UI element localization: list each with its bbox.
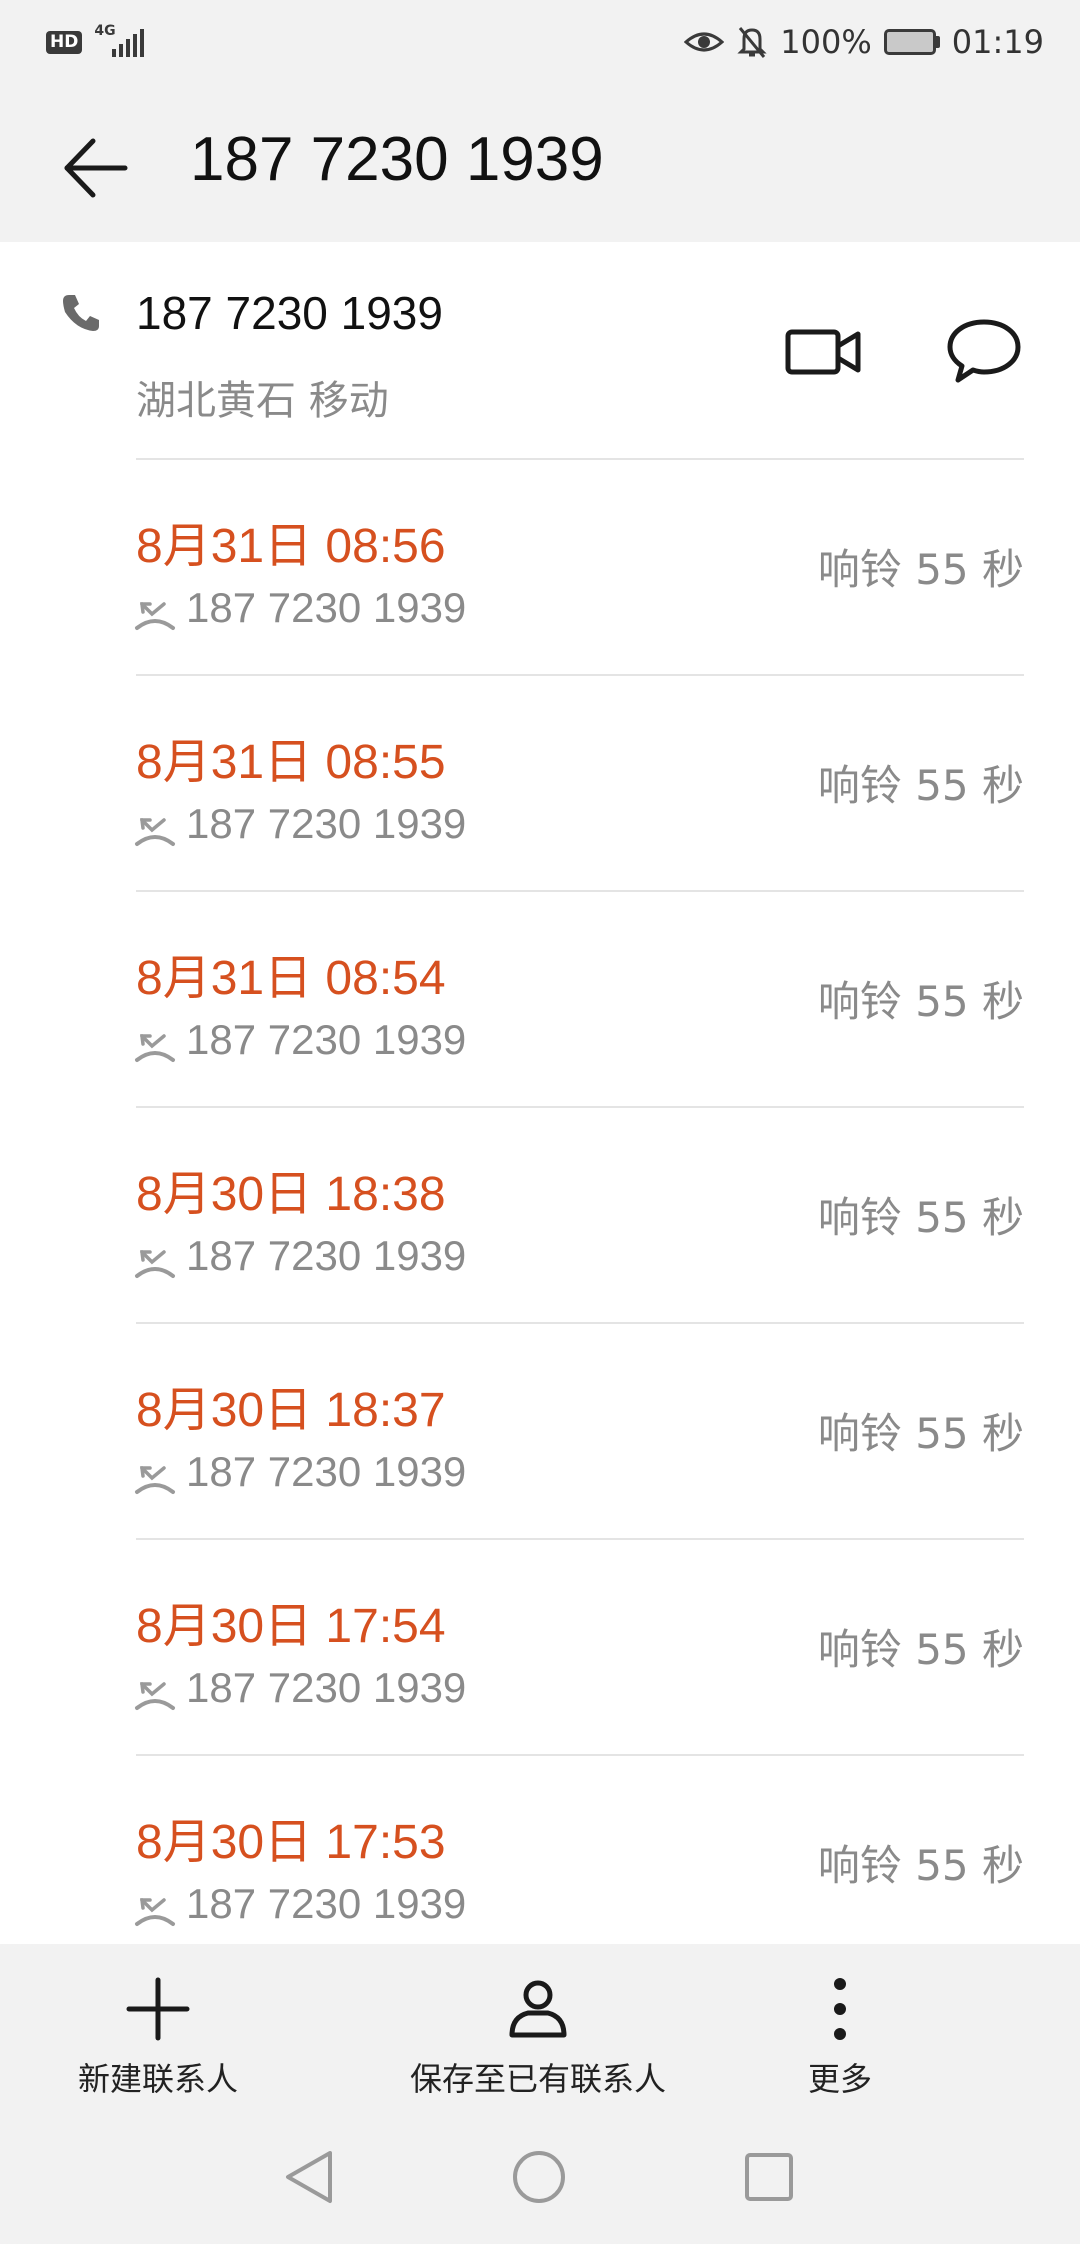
cellular-signal-icon: 4G	[94, 23, 154, 59]
call-number: 187 7230 1939	[186, 1664, 467, 1711]
call-log-row[interactable]: 8月31日 08:55 187 7230 1939 响铃 55 秒	[0, 676, 1080, 892]
new-contact-label: 新建联系人	[77, 2060, 239, 2098]
battery-percent: 100%	[780, 23, 872, 61]
call-log-row[interactable]: 8月30日 18:37 187 7230 1939 响铃 55 秒	[0, 1324, 1080, 1540]
triangle-back-icon	[286, 2151, 332, 2203]
ring-duration: 响铃 55 秒	[817, 1625, 1024, 1674]
square-recents-icon	[745, 2153, 793, 2201]
call-number: 187 7230 1939	[186, 1016, 467, 1063]
missed-call-icon	[135, 1466, 175, 1494]
call-time: 8月30日 17:54	[136, 1600, 446, 1653]
ring-duration: 响铃 55 秒	[817, 1409, 1024, 1458]
page-title: 187 7230 1939	[190, 125, 604, 194]
nav-recents-button[interactable]	[734, 2142, 804, 2212]
message-button[interactable]	[946, 316, 1022, 386]
status-bar: HD 4G 100% 01:19	[0, 0, 1080, 84]
missed-call-icon	[135, 1682, 175, 1710]
call-time: 8月30日 18:37	[136, 1384, 446, 1437]
bottom-toolbar: 新建联系人 保存至已有联系人 更多	[0, 1944, 1080, 2104]
call-number: 187 7230 1939	[186, 800, 467, 847]
contact-location: 湖北黄石 移动	[136, 378, 389, 424]
missed-call-icon	[135, 1250, 175, 1278]
plus-icon	[126, 1977, 190, 2041]
call-log-row[interactable]: 8月30日 18:38 187 7230 1939 响铃 55 秒	[0, 1108, 1080, 1324]
phone-icon	[63, 295, 99, 331]
call-time: 8月30日 18:38	[136, 1168, 446, 1221]
call-number: 187 7230 1939	[186, 1880, 467, 1927]
call-number: 187 7230 1939	[186, 584, 467, 631]
nav-home-button[interactable]	[504, 2142, 574, 2212]
chat-bubble-icon	[947, 319, 1021, 383]
battery-icon	[883, 29, 940, 55]
missed-call-icon	[135, 1898, 175, 1926]
circle-home-icon	[513, 2151, 565, 2203]
hd-voice-icon: HD	[46, 30, 83, 54]
more-vertical-icon	[833, 1978, 846, 2040]
video-call-button[interactable]	[784, 322, 864, 382]
call-log-row[interactable]: 8月31日 08:54 187 7230 1939 响铃 55 秒	[0, 892, 1080, 1108]
eye-comfort-icon	[684, 32, 725, 52]
contact-number: 187 7230 1939	[136, 287, 443, 339]
nav-back-button[interactable]	[274, 2142, 344, 2212]
call-details: 187 7230 1939 湖北黄石 移动 8月31日 08:56 187 72…	[0, 242, 1080, 1944]
new-contact-button[interactable]: 新建联系人	[78, 1974, 238, 2100]
system-nav-bar	[0, 2104, 1080, 2244]
save-to-existing-contact-button[interactable]: 保存至已有联系人	[410, 1974, 666, 2100]
ring-duration: 响铃 55 秒	[817, 1841, 1024, 1890]
call-time: 8月31日 08:55	[136, 736, 446, 789]
call-log-row[interactable]: 8月30日 17:53 187 7230 1939 响铃 55 秒	[0, 1756, 1080, 1944]
video-camera-icon	[785, 329, 861, 375]
ring-duration: 响铃 55 秒	[817, 761, 1024, 810]
ring-duration: 响铃 55 秒	[817, 977, 1024, 1026]
clock: 01:19	[951, 23, 1044, 61]
missed-call-icon	[135, 602, 175, 630]
more-button[interactable]: 更多	[808, 1974, 872, 2100]
call-log-row[interactable]: 8月30日 17:54 187 7230 1939 响铃 55 秒	[0, 1540, 1080, 1756]
call-log-row[interactable]: 8月31日 08:56 187 7230 1939 响铃 55 秒	[0, 460, 1080, 676]
back-button[interactable]	[56, 128, 136, 208]
call-time: 8月31日 08:54	[136, 952, 446, 1005]
contact-summary[interactable]: 187 7230 1939 湖北黄石 移动	[0, 242, 1080, 460]
more-label: 更多	[807, 2060, 873, 2098]
call-number: 187 7230 1939	[186, 1448, 467, 1495]
person-icon	[509, 1980, 567, 2038]
arrow-left-icon	[64, 138, 128, 198]
ring-duration: 响铃 55 秒	[817, 1193, 1024, 1242]
app-header: 187 7230 1939	[0, 84, 1080, 242]
call-time: 8月31日 08:56	[136, 520, 446, 573]
call-number: 187 7230 1939	[186, 1232, 467, 1279]
save-to-existing-label: 保存至已有联系人	[409, 2060, 667, 2098]
bell-muted-icon	[737, 27, 767, 58]
call-log-list: 8月31日 08:56 187 7230 1939 响铃 55 秒 8月31日 …	[0, 460, 1080, 1944]
call-time: 8月30日 17:53	[136, 1816, 446, 1869]
ring-duration: 响铃 55 秒	[817, 545, 1024, 594]
missed-call-icon	[135, 818, 175, 846]
missed-call-icon	[135, 1034, 175, 1062]
